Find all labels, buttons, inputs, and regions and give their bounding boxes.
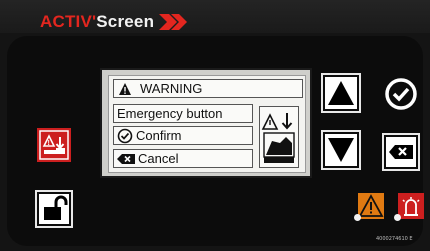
message-text: Emergency button (117, 106, 223, 121)
arrow-up-button[interactable] (321, 73, 361, 113)
warning-led (354, 214, 361, 221)
svg-text:!: ! (48, 140, 50, 147)
serial-code: 4000274610 E (376, 236, 413, 242)
confirm-option-label: Confirm (136, 128, 182, 143)
emergency-stop-icon: ! (39, 130, 69, 160)
device-frame: ACTIV' Screen ! WARNING Emergency button… (0, 0, 430, 251)
warning-icon (119, 82, 131, 95)
cancel-button[interactable] (382, 133, 420, 171)
alarm-indicator (398, 193, 424, 219)
alarm-led (394, 214, 401, 221)
warning-title: WARNING (113, 79, 303, 98)
confirm-option[interactable]: Confirm (113, 126, 253, 145)
arrow-down-icon (328, 138, 354, 162)
brand-text-red: ACTIV' (40, 12, 97, 31)
confirm-button[interactable] (384, 77, 418, 111)
warning-title-text: WARNING (140, 81, 203, 96)
cancel-option-label: Cancel (138, 151, 179, 166)
header-bar: ACTIV' Screen (0, 0, 430, 33)
unlock-button[interactable] (35, 190, 73, 228)
brand-logo: ACTIV' Screen (40, 10, 191, 34)
unlock-icon (44, 195, 68, 220)
checkmark-circle-icon (385, 78, 417, 110)
warning-indicator (358, 193, 384, 219)
lcd-display: WARNING Emergency button Confirm Cancel (100, 68, 312, 178)
backspace-icon (389, 145, 413, 159)
lcd-screen: WARNING Emergency button Confirm Cancel (108, 75, 306, 173)
warning-icon (358, 194, 384, 217)
cancel-option[interactable]: Cancel (113, 149, 253, 168)
backspace-icon (117, 153, 135, 164)
emergency-indicator[interactable]: ! (37, 128, 71, 162)
emergency-stop-icon (261, 113, 295, 163)
alarm-icon (402, 197, 420, 216)
arrow-up-icon (328, 81, 354, 105)
brand-text-white: Screen (96, 12, 155, 31)
message-line: Emergency button (113, 104, 253, 123)
status-pictogram (259, 106, 299, 168)
double-chevron-icon (159, 14, 188, 30)
arrow-down-button[interactable] (321, 130, 361, 170)
checkmark-circle-icon (117, 128, 133, 143)
